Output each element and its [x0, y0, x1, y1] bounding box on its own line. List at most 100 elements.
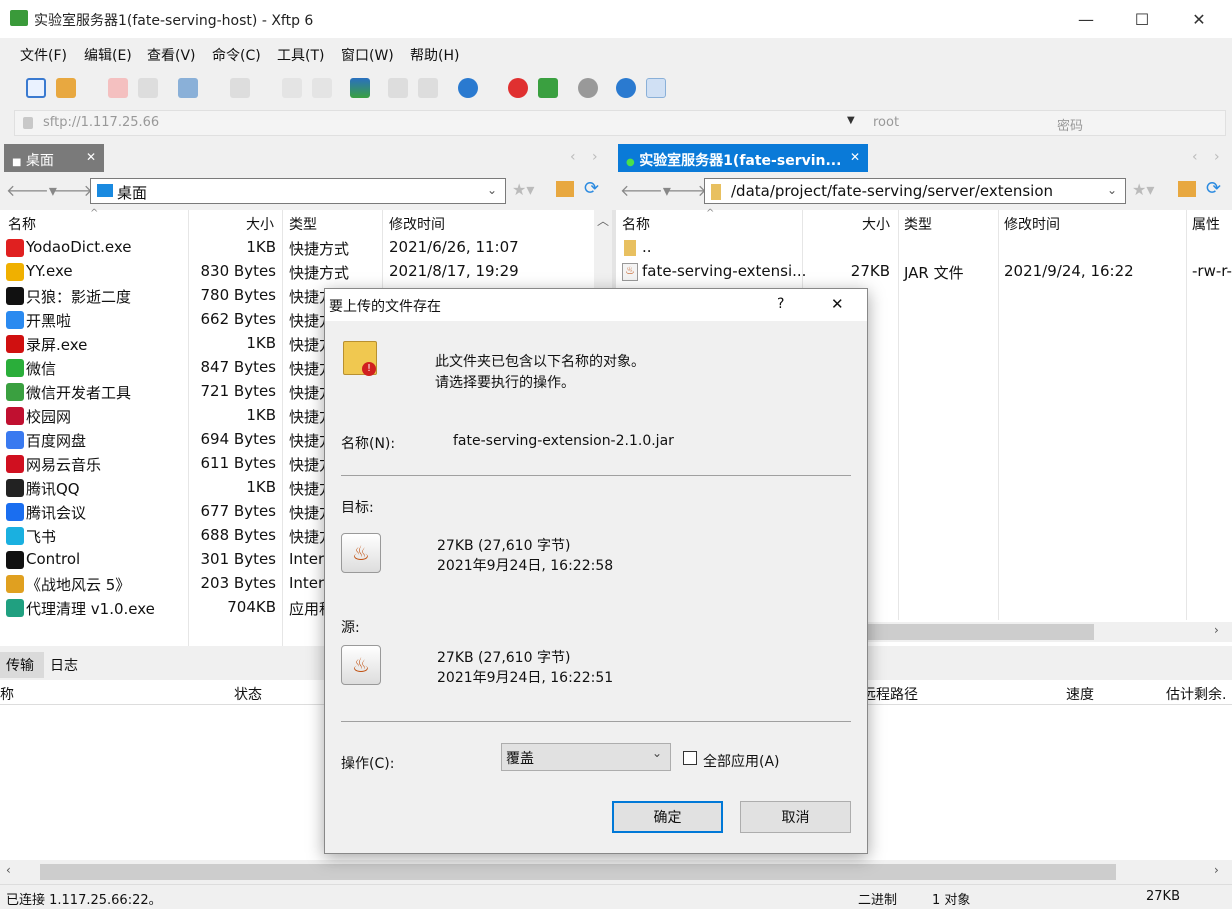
path-dropdown-icon[interactable]: ⌄: [487, 183, 497, 197]
menu-view[interactable]: 查看(V): [147, 45, 196, 65]
chevron-down-icon: ⌄: [652, 746, 663, 760]
scroll-up-icon[interactable]: ︿: [597, 212, 609, 229]
apply-all-checkbox[interactable]: [683, 751, 697, 765]
favorite-star-icon[interactable]: ★▾: [512, 180, 534, 199]
col-status[interactable]: 状态: [234, 684, 262, 704]
sync-arrows-icon[interactable]: [350, 78, 370, 98]
col-name[interactable]: 名称: [622, 214, 650, 234]
dialog-close-button[interactable]: ✕: [831, 295, 844, 313]
scroll-left-icon[interactable]: ‹: [6, 863, 11, 877]
file-name: 开黑啦: [26, 312, 72, 330]
tab-desktop[interactable]: ■ 桌面 ✕: [4, 144, 104, 172]
host-dropdown-icon[interactable]: ▼: [847, 115, 855, 126]
favorite-star-icon[interactable]: ★▾: [1132, 180, 1154, 199]
col-type[interactable]: 类型: [289, 214, 317, 234]
paste-icon[interactable]: [418, 78, 438, 98]
name-value: fate-serving-extension-2.1.0.jar: [453, 433, 674, 449]
menu-tools[interactable]: 工具(T): [277, 45, 324, 65]
col-remote-path[interactable]: 远程路径: [862, 684, 918, 704]
minimize-button[interactable]: —: [1063, 0, 1109, 38]
dialog-message-2: 请选择要执行的操作。: [435, 375, 575, 391]
table-row[interactable]: ..: [616, 236, 1232, 260]
maximize-button[interactable]: ☐: [1119, 0, 1165, 38]
scroll-right-icon[interactable]: ›: [1214, 623, 1219, 637]
open-folder-icon[interactable]: [56, 78, 76, 98]
apply-all-label[interactable]: 全部应用(A): [703, 751, 780, 771]
host-input[interactable]: sftp://1.117.25.66: [43, 115, 159, 130]
menu-window[interactable]: 窗口(W): [341, 45, 394, 65]
file-type: 快捷方式: [289, 264, 350, 282]
gear-icon[interactable]: [578, 78, 598, 98]
col-modified[interactable]: 修改时间: [389, 214, 445, 234]
menu-file[interactable]: 文件(F): [20, 45, 67, 65]
tencent-meeting-icon: [6, 503, 24, 521]
col-eta[interactable]: 估计剩余.: [1166, 684, 1226, 704]
help-button[interactable]: ?: [777, 296, 784, 312]
properties-icon[interactable]: [178, 78, 198, 98]
scroll-right-icon[interactable]: ›: [1214, 149, 1220, 165]
col-name[interactable]: 称: [0, 684, 14, 704]
table-row[interactable]: YY.exe 830 Bytes 快捷方式 2021/8/17, 19:29: [0, 260, 594, 284]
col-type[interactable]: 类型: [904, 214, 932, 234]
disconnect-icon[interactable]: [108, 78, 128, 98]
play-icon[interactable]: [230, 78, 250, 98]
col-name[interactable]: 名称: [8, 214, 36, 234]
globe-icon[interactable]: [458, 78, 478, 98]
chat-icon[interactable]: [646, 78, 666, 98]
username-input[interactable]: root: [873, 115, 899, 130]
file-name: 微信: [26, 360, 57, 378]
tab-log[interactable]: 日志: [50, 655, 78, 675]
menu-command[interactable]: 命令(C): [212, 45, 261, 65]
action-select[interactable]: 覆盖 ⌄: [501, 743, 671, 771]
file-size: 688 Bytes: [200, 526, 277, 544]
scroll-thumb[interactable]: [40, 864, 1116, 880]
col-attributes[interactable]: 属性: [1192, 214, 1220, 234]
file-size: 694 Bytes: [200, 430, 277, 448]
scroll-right-icon[interactable]: ›: [592, 149, 598, 165]
col-modified[interactable]: 修改时间: [1004, 214, 1060, 234]
home-folder-icon[interactable]: [556, 181, 574, 197]
tab-dot-icon: ■: [12, 157, 22, 168]
close-tab-icon[interactable]: ✕: [850, 150, 860, 164]
left-path-text: 桌面: [117, 184, 148, 202]
menu-help[interactable]: 帮助(H): [410, 45, 459, 65]
help-icon[interactable]: [616, 78, 636, 98]
paste-doc-icon[interactable]: [312, 78, 332, 98]
scroll-right-icon[interactable]: ›: [1214, 863, 1219, 877]
col-size[interactable]: 大小: [246, 214, 274, 234]
feishu-icon: [6, 527, 24, 545]
home-folder-icon[interactable]: [1178, 181, 1196, 197]
netease-music-icon: [6, 455, 24, 473]
xshell-icon[interactable]: [508, 78, 528, 98]
close-button[interactable]: ✕: [1176, 0, 1222, 38]
cancel-button[interactable]: 取消: [740, 801, 851, 833]
new-session-icon[interactable]: [26, 78, 46, 98]
proxy-clean-icon: [6, 599, 24, 617]
table-row[interactable]: YodaoDict.exe 1KB 快捷方式 2021/6/26, 11:07: [0, 236, 594, 260]
file-name: Control: [26, 550, 81, 568]
col-size[interactable]: 大小: [862, 214, 890, 234]
path-dropdown-icon[interactable]: ⌄: [1107, 183, 1117, 197]
file-size: 847 Bytes: [200, 358, 277, 376]
refresh-icon[interactable]: ⟳: [1206, 178, 1221, 199]
password-input[interactable]: 密码: [1057, 115, 1083, 134]
refresh-icon[interactable]: ⟳: [584, 178, 599, 199]
scroll-left-icon[interactable]: ‹: [570, 149, 576, 165]
table-row[interactable]: ♨ fate-serving-extensi... 27KB JAR 文件 20…: [616, 260, 1232, 284]
scroll-left-icon[interactable]: ‹: [1192, 149, 1198, 165]
xftp-icon[interactable]: [538, 78, 558, 98]
copy-icon[interactable]: [388, 78, 408, 98]
connection-status: 已连接 1.117.25.66:22。: [6, 893, 162, 908]
menu-edit[interactable]: 编辑(E): [84, 45, 132, 65]
copy-doc-icon[interactable]: [282, 78, 302, 98]
tab-server[interactable]: ● 实验室服务器1(fate-servin... ✕: [618, 144, 868, 172]
right-path-input[interactable]: /data/project/fate-serving/server/extens…: [704, 178, 1126, 204]
col-speed[interactable]: 速度: [1066, 684, 1094, 704]
reconnect-icon[interactable]: [138, 78, 158, 98]
left-path-input[interactable]: 桌面 ⌄: [90, 178, 506, 204]
transfer-horizontal-scrollbar[interactable]: ‹ ›: [0, 862, 1232, 882]
file-size: 27KB: [850, 262, 890, 280]
right-column-header: 名称 ^ 大小 类型 修改时间 属性: [616, 208, 1232, 236]
close-tab-icon[interactable]: ✕: [86, 150, 96, 164]
ok-button[interactable]: 确定: [612, 801, 723, 833]
